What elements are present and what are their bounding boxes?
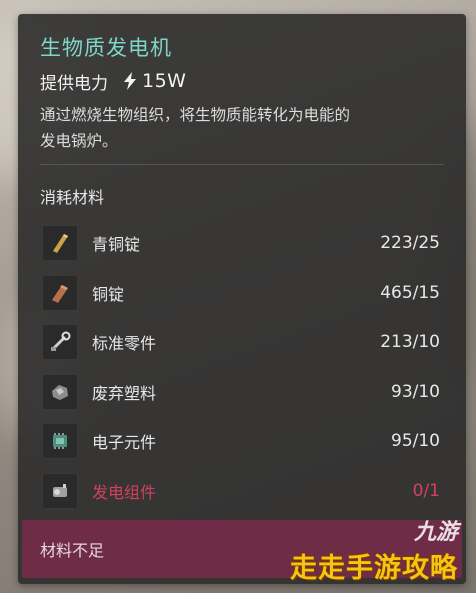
building-title: 生物质发电机 <box>40 36 172 60</box>
building-description: 通过燃烧生物组织，将生物质能转化为电能的 发电锅炉。 <box>40 102 450 154</box>
material-count: 93/10 <box>391 382 440 402</box>
material-row: 废弃塑料 93/10 <box>42 373 440 411</box>
material-name: 电子元件 <box>92 433 157 452</box>
scrap-plastic-icon <box>42 374 78 410</box>
generator-component-icon <box>42 473 78 509</box>
watermark-logo: 九游 走走手游攻略 <box>290 514 458 585</box>
divider <box>40 164 444 165</box>
material-row-missing: 发电组件 0/1 <box>42 472 440 510</box>
material-count: 0/1 <box>412 481 440 501</box>
lightning-bolt-icon <box>124 72 136 90</box>
watermark-main: 走走手游攻略 <box>290 553 458 584</box>
material-count: 213/10 <box>380 332 440 352</box>
material-name: 铜锭 <box>92 285 125 304</box>
material-count: 223/25 <box>380 233 440 253</box>
material-count: 95/10 <box>391 431 440 451</box>
material-row: 电子元件 95/10 <box>42 422 440 460</box>
status-text: 材料不足 <box>40 541 105 560</box>
material-row: 青铜锭 223/25 <box>42 224 440 262</box>
material-name: 标准零件 <box>92 334 157 353</box>
description-line: 发电锅炉。 <box>40 132 118 150</box>
power-label: 提供电力 <box>40 73 108 94</box>
material-name: 青铜锭 <box>92 235 141 254</box>
power-row: 提供电力 15W <box>40 68 186 94</box>
material-row: 铜锭 465/15 <box>42 274 440 312</box>
power-value: 15W <box>142 70 187 92</box>
bronze-ingot-icon <box>42 225 78 261</box>
description-line: 通过燃烧生物组织，将生物质能转化为电能的 <box>40 106 351 124</box>
material-row: 标准零件 213/10 <box>42 323 440 361</box>
electronic-component-icon <box>42 423 78 459</box>
copper-ingot-icon <box>42 275 78 311</box>
materials-section-title: 消耗材料 <box>40 188 105 207</box>
material-name: 发电组件 <box>92 483 157 502</box>
standard-parts-icon <box>42 324 78 360</box>
material-name: 废弃塑料 <box>92 384 157 403</box>
material-count: 465/15 <box>380 283 440 303</box>
building-info-panel: 生物质发电机 提供电力 15W 通过燃烧生物组织，将生物质能转化为电能的 发电锅… <box>18 14 466 584</box>
watermark-top: 九游 <box>413 520 458 545</box>
